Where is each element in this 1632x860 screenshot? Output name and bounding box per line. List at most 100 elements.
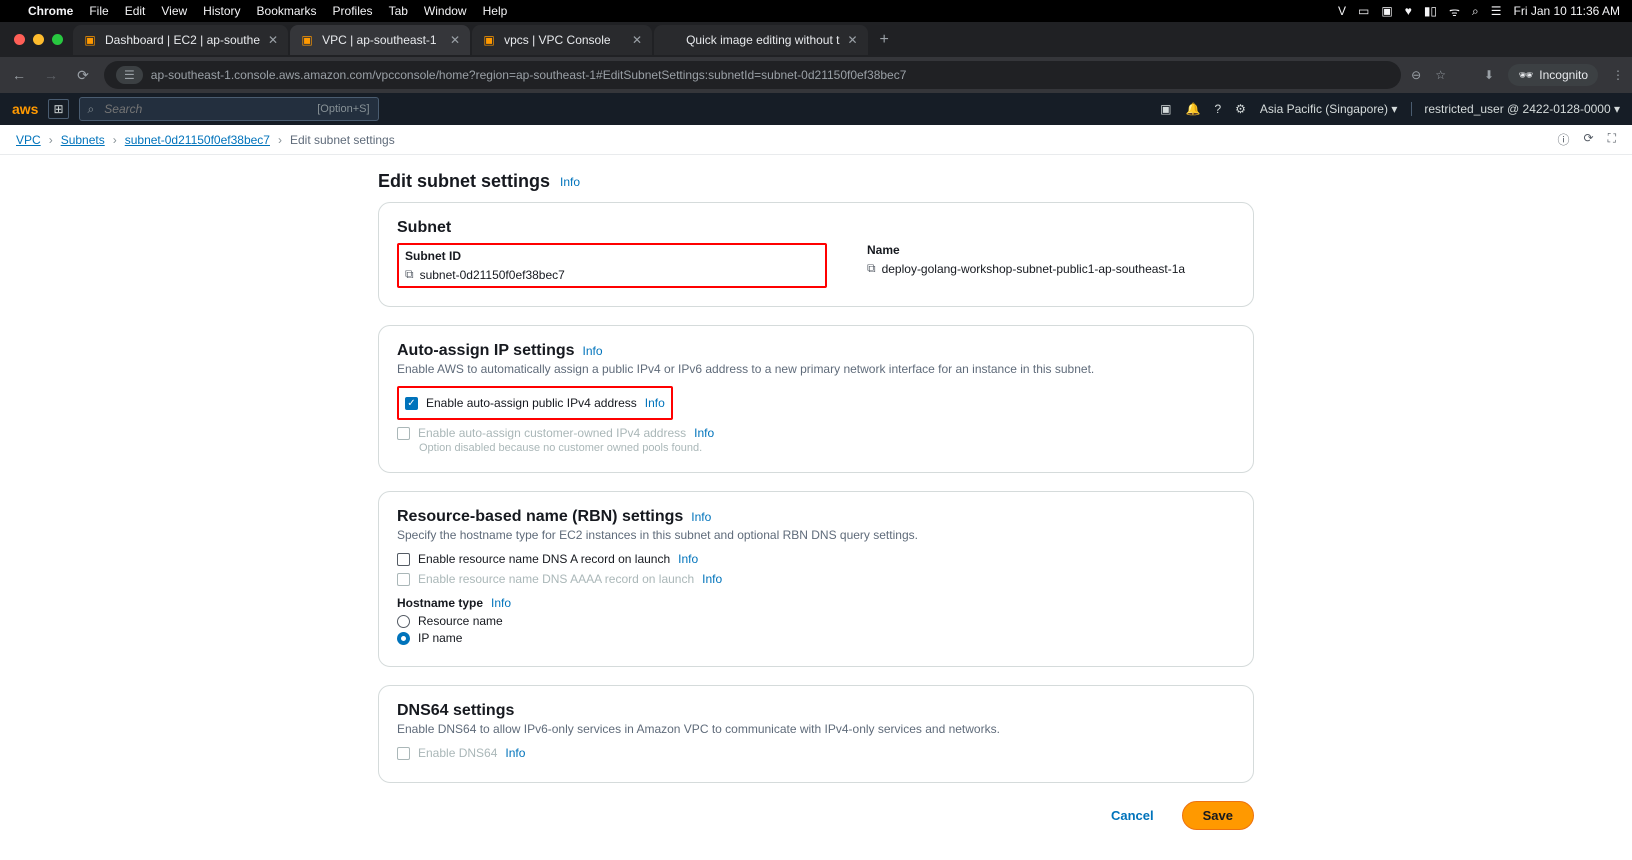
rbn-desc: Specify the hostname type for EC2 instan… bbox=[397, 528, 1235, 542]
info-link[interactable]: Info bbox=[645, 396, 665, 410]
forward-button[interactable]: → bbox=[40, 67, 62, 83]
browser-tab-ec2[interactable]: ▣ Dashboard | EC2 | ap-southe ✕ bbox=[73, 25, 288, 55]
tray-battery-icon[interactable]: ▮▯ bbox=[1424, 4, 1437, 18]
close-tab-icon[interactable]: ✕ bbox=[632, 33, 642, 47]
breadcrumb-subnets[interactable]: Subnets bbox=[61, 133, 105, 147]
enable-dns-a-record-checkbox[interactable] bbox=[397, 553, 410, 566]
menu-help[interactable]: Help bbox=[483, 4, 508, 18]
menu-edit[interactable]: Edit bbox=[125, 4, 146, 18]
menu-profiles[interactable]: Profiles bbox=[333, 4, 373, 18]
cancel-button[interactable]: Cancel bbox=[1097, 801, 1168, 830]
incognito-icon: 🕶 bbox=[1518, 68, 1533, 82]
enable-customer-owned-ipv4-checkbox bbox=[397, 427, 410, 440]
chrome-toolbar: ← → ⟳ ☰ ap-southeast-1.console.aws.amazo… bbox=[0, 57, 1632, 93]
tray-search-icon[interactable]: ⌕ bbox=[1472, 4, 1479, 19]
region-selector[interactable]: Asia Pacific (Singapore) ▾ bbox=[1260, 102, 1397, 116]
tune-icon: ☰ bbox=[124, 68, 135, 82]
tray-v-icon[interactable]: V bbox=[1338, 4, 1346, 18]
app-name[interactable]: Chrome bbox=[28, 4, 73, 18]
window-zoom-button[interactable] bbox=[52, 34, 63, 45]
download-icon[interactable]: ⬇ bbox=[1484, 68, 1494, 82]
notifications-bell-icon[interactable]: 🔔 bbox=[1186, 102, 1201, 116]
info-link[interactable]: Info bbox=[691, 510, 711, 524]
menu-window[interactable]: Window bbox=[424, 4, 467, 18]
menu-file[interactable]: File bbox=[89, 4, 108, 18]
hostname-resource-name-radio[interactable] bbox=[397, 615, 410, 628]
menu-view[interactable]: View bbox=[161, 4, 187, 18]
enable-public-ipv4-checkbox[interactable]: ✓ bbox=[405, 397, 418, 410]
tab-title: Quick image editing without t bbox=[686, 33, 839, 47]
tab-title: Dashboard | EC2 | ap-southe bbox=[105, 33, 260, 47]
info-circle-icon[interactable]: ⓘ bbox=[1558, 131, 1570, 148]
aws-search[interactable]: ⌕ [Option+S] bbox=[79, 97, 379, 121]
menu-bookmarks[interactable]: Bookmarks bbox=[257, 4, 317, 18]
browser-tab-image-edit[interactable]: Quick image editing without t ✕ bbox=[654, 25, 867, 55]
refresh-icon[interactable]: ⟳ bbox=[1584, 131, 1594, 148]
tray-record-icon[interactable]: ▣ bbox=[1381, 4, 1392, 18]
save-button[interactable]: Save bbox=[1182, 801, 1254, 830]
more-dots-icon[interactable]: ⋮ bbox=[1612, 68, 1624, 82]
window-minimize-button[interactable] bbox=[33, 34, 44, 45]
cloudshell-icon[interactable]: ▣ bbox=[1160, 102, 1171, 116]
breadcrumb-current: Edit subnet settings bbox=[290, 133, 395, 147]
copy-icon[interactable]: ⧉ bbox=[867, 261, 876, 276]
close-tab-icon[interactable]: ✕ bbox=[847, 33, 857, 47]
account-menu[interactable]: restricted_user @ 2422-0128-0000 ▾ bbox=[1411, 102, 1620, 116]
enable-public-ipv4-label: Enable auto-assign public IPv4 address bbox=[426, 396, 637, 410]
aws-header-tray: ▣ 🔔 ? ⚙ Asia Pacific (Singapore) ▾ restr… bbox=[1160, 102, 1620, 116]
copy-icon[interactable]: ⧉ bbox=[405, 267, 414, 282]
chevron-right-icon: › bbox=[113, 133, 117, 147]
page-tools: ⓘ ⟳ ⛶ bbox=[1558, 131, 1616, 148]
search-shortcut: [Option+S] bbox=[317, 103, 369, 115]
menu-tab[interactable]: Tab bbox=[389, 4, 408, 18]
reload-button[interactable]: ⟳ bbox=[72, 67, 94, 84]
subnet-id-highlight: Subnet ID ⧉ subnet-0d21150f0ef38bec7 bbox=[397, 243, 827, 288]
info-link[interactable]: Info bbox=[583, 344, 603, 358]
browser-tab-vpc[interactable]: ▣ VPC | ap-southeast-1 ✕ bbox=[290, 25, 470, 55]
zoom-icon[interactable]: ⊖ bbox=[1411, 68, 1421, 82]
mac-tray: V ▭ ▣ ♥ ▮▯ ᯤ ⌕ ☰ Fri Jan 10 11:36 AM bbox=[1338, 3, 1620, 20]
mac-clock[interactable]: Fri Jan 10 11:36 AM bbox=[1514, 4, 1621, 18]
customer-owned-disabled-hint: Option disabled because no customer owne… bbox=[419, 442, 1235, 454]
rbn-title: Resource-based name (RBN) settings bbox=[397, 508, 683, 526]
new-tab-button[interactable]: + bbox=[870, 31, 899, 49]
info-link[interactable]: Info bbox=[694, 426, 714, 440]
tray-control-center-icon[interactable]: ☰ bbox=[1491, 4, 1502, 18]
search-input[interactable] bbox=[102, 101, 309, 117]
auto-assign-ip-desc: Enable AWS to automatically assign a pub… bbox=[397, 362, 1235, 376]
tray-heart-icon[interactable]: ♥ bbox=[1405, 4, 1412, 18]
form-actions: Cancel Save bbox=[378, 801, 1254, 830]
browser-tab-vpcs-console[interactable]: ▣ vpcs | VPC Console ✕ bbox=[472, 25, 652, 55]
hostname-ip-name-radio[interactable] bbox=[397, 632, 410, 645]
back-button[interactable]: ← bbox=[8, 67, 30, 83]
subnet-name-label: Name bbox=[867, 243, 1235, 257]
info-link[interactable]: Info bbox=[560, 175, 580, 189]
menu-history[interactable]: History bbox=[203, 4, 240, 18]
main-content: Edit subnet settings Info Subnet Subnet … bbox=[0, 155, 1632, 860]
address-bar[interactable]: ☰ ap-southeast-1.console.aws.amazon.com/… bbox=[104, 61, 1401, 89]
bookmark-star-icon[interactable]: ☆ bbox=[1435, 68, 1446, 82]
tray-wifi-icon[interactable]: ᯤ bbox=[1449, 3, 1460, 20]
info-link[interactable]: Info bbox=[491, 596, 511, 610]
settings-gear-icon[interactable]: ⚙ bbox=[1235, 102, 1246, 116]
aws-logo[interactable]: aws bbox=[12, 101, 38, 117]
close-tab-icon[interactable]: ✕ bbox=[268, 33, 278, 47]
help-icon[interactable]: ? bbox=[1214, 102, 1221, 116]
breadcrumb-subnet-id[interactable]: subnet-0d21150f0ef38bec7 bbox=[125, 133, 270, 147]
tray-display-icon[interactable]: ▭ bbox=[1358, 4, 1369, 18]
chrome-window: ▣ Dashboard | EC2 | ap-southe ✕ ▣ VPC | … bbox=[0, 22, 1632, 93]
breadcrumb-vpc[interactable]: VPC bbox=[16, 133, 41, 147]
site-info-chip[interactable]: ☰ bbox=[116, 66, 143, 84]
subnet-id-label: Subnet ID bbox=[405, 249, 819, 263]
services-menu-icon[interactable]: ⊞ bbox=[48, 99, 68, 119]
page-title-text: Edit subnet settings bbox=[378, 171, 550, 192]
info-link[interactable]: Info bbox=[678, 552, 698, 566]
incognito-chip[interactable]: 🕶 Incognito bbox=[1508, 64, 1598, 86]
expand-icon[interactable]: ⛶ bbox=[1608, 131, 1616, 148]
close-tab-icon[interactable]: ✕ bbox=[450, 33, 460, 47]
hostname-type-label: Hostname type bbox=[397, 596, 483, 610]
info-link[interactable]: Info bbox=[505, 746, 525, 760]
info-link[interactable]: Info bbox=[702, 572, 722, 586]
window-close-button[interactable] bbox=[14, 34, 25, 45]
hostname-ip-name-label: IP name bbox=[418, 631, 462, 645]
